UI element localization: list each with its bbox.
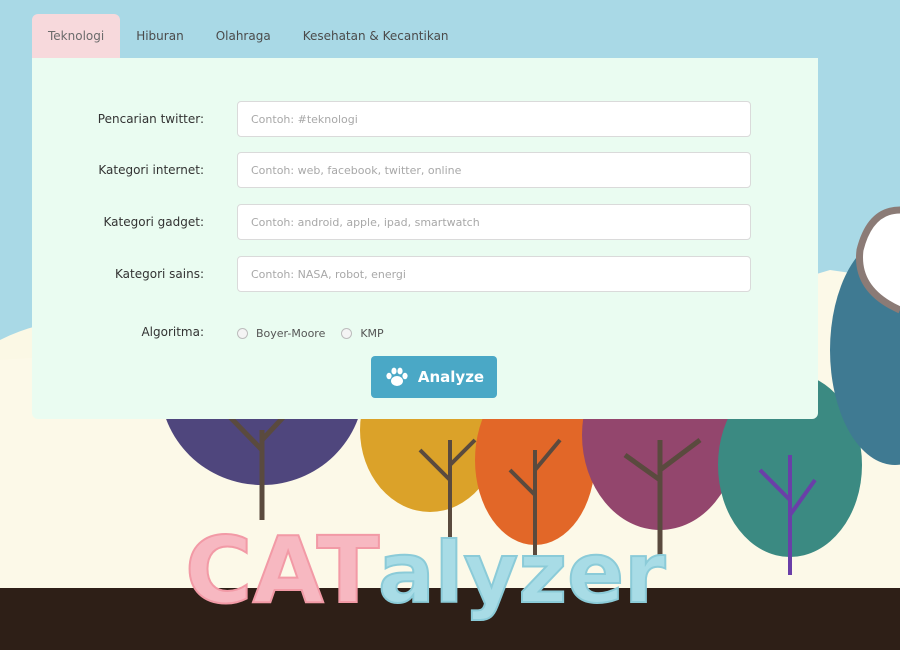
tab-kesehatan-kecantikan[interactable]: Kesehatan & Kecantikan <box>287 14 465 58</box>
tab-olahraga[interactable]: Olahraga <box>200 14 287 58</box>
analyze-label: Analyze <box>417 368 485 386</box>
row-pencarian-twitter: Pencarian twitter: <box>32 101 818 139</box>
row-kategori-gadget: Kategori gadget: <box>32 204 818 242</box>
row-kategori-internet: Kategori internet: <box>32 152 818 190</box>
form-panel: Pencarian twitter: Kategori internet: Ka… <box>32 58 818 419</box>
radio-circle-icon[interactable] <box>237 327 248 339</box>
logo-alyzer-text: alyzer <box>378 524 666 622</box>
tab-hiburan[interactable]: Hiburan <box>120 14 199 58</box>
gadget-category-input[interactable] <box>237 204 751 240</box>
analyze-button[interactable]: Analyze <box>371 356 497 398</box>
row-kategori-sains: Kategori sains: <box>32 256 818 294</box>
row-algoritma: Algoritma: Boyer-Moore KMP <box>32 321 818 345</box>
radio-circle-icon[interactable] <box>341 327 353 339</box>
radio-boyer-moore[interactable]: Boyer-Moore <box>237 327 325 340</box>
paw-icon <box>386 367 408 386</box>
algorithm-label: Algoritma: <box>141 325 204 339</box>
field-label: Kategori sains: <box>115 267 204 281</box>
field-label: Kategori internet: <box>98 163 204 177</box>
science-category-input[interactable] <box>237 256 751 292</box>
category-tabs: Teknologi Hiburan Olahraga Kesehatan & K… <box>32 14 465 58</box>
field-label: Pencarian twitter: <box>97 112 204 126</box>
radio-label: Boyer-Moore <box>256 326 326 340</box>
radio-label: KMP <box>360 326 384 340</box>
twitter-search-input[interactable] <box>237 101 751 137</box>
algorithm-radio-group: Boyer-Moore KMP <box>237 321 400 345</box>
logo-cat-text: CAT <box>185 517 380 624</box>
internet-category-input[interactable] <box>237 152 751 188</box>
radio-kmp[interactable]: KMP <box>341 326 384 340</box>
field-label: Kategori gadget: <box>103 215 204 229</box>
tab-teknologi[interactable]: Teknologi <box>32 14 121 58</box>
